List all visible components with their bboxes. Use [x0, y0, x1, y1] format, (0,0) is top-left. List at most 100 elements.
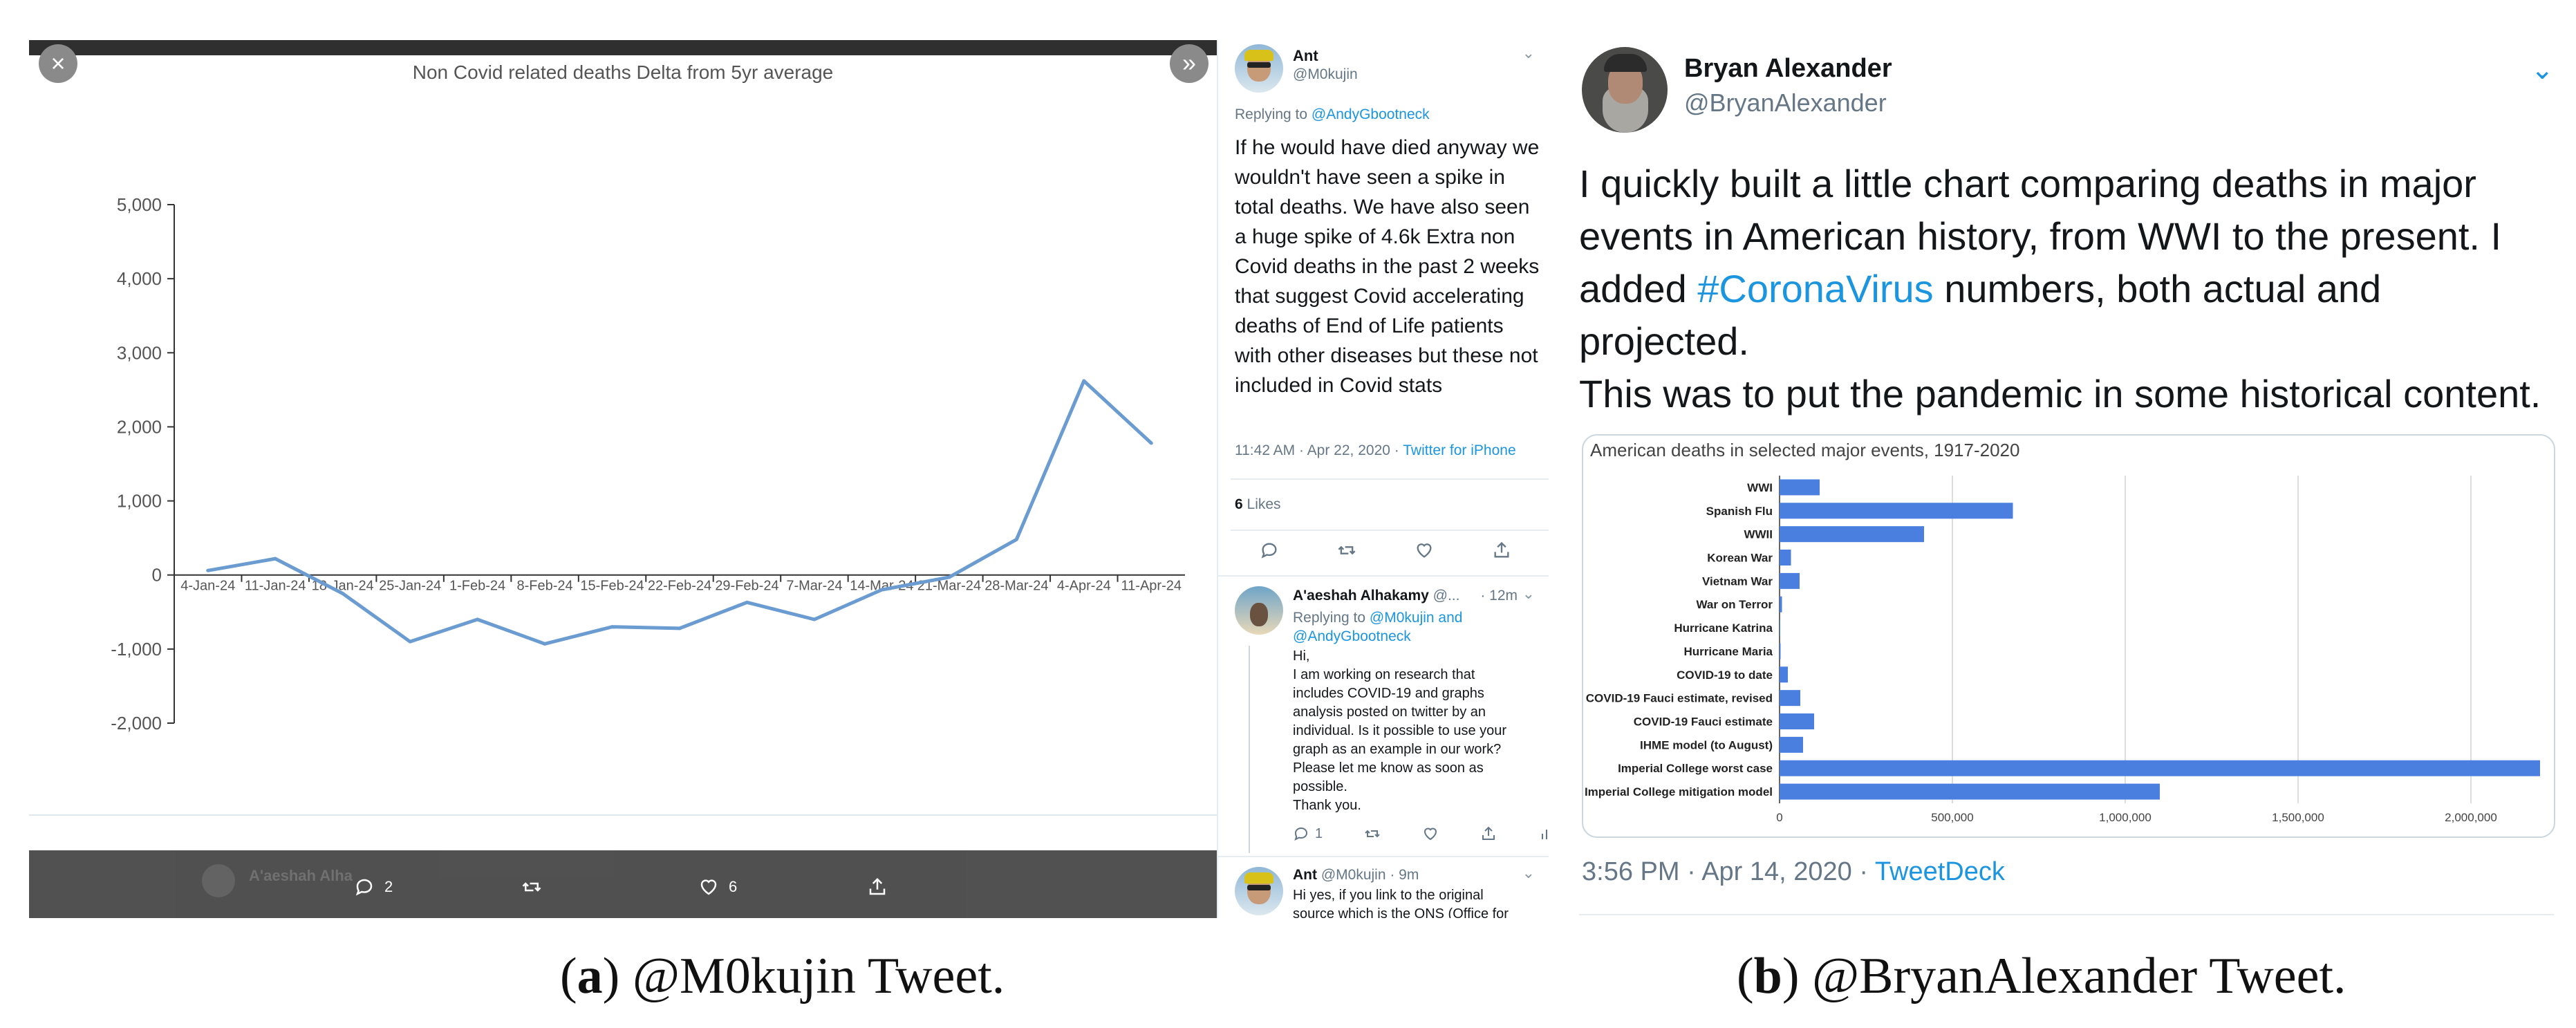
media-card[interactable]: American deaths in selected major events… — [1582, 434, 2555, 838]
heart-icon — [1417, 543, 1432, 558]
data-point — [1014, 537, 1018, 541]
y-tick-label: 3,000 — [117, 342, 162, 363]
category-label: Imperial College worst case — [1618, 762, 1773, 775]
divider — [1579, 914, 2554, 915]
caption-b-label: b — [1753, 948, 1782, 1004]
likes-count: 6 — [1235, 496, 1243, 512]
source-link[interactable]: TweetDeck — [1875, 857, 2005, 886]
source-link[interactable]: Twitter for iPhone — [1403, 442, 1515, 458]
text-line: Thank you. — [1293, 798, 1361, 813]
reply-mention-link[interactable]: @AndyGbootneck — [1312, 106, 1430, 122]
tweet-text: If he would have died anyway we wouldn't… — [1235, 136, 1540, 397]
category-label: WWI — [1747, 481, 1773, 494]
hashtag-link[interactable]: #CoronaVirus — [1697, 267, 1933, 310]
author-name[interactable]: A'aeshah Alhakamy — [1293, 588, 1429, 604]
ghost-author-name: A'aeshah Alha — [249, 867, 353, 884]
share-button[interactable] — [1492, 541, 1511, 560]
divider — [1231, 530, 1549, 531]
share-icon — [1482, 826, 1495, 840]
bar — [1780, 736, 1803, 753]
bar — [1780, 690, 1800, 707]
x-tick-label: 4-Jan-24 — [180, 579, 235, 594]
chevron-down-icon[interactable]: ⌄ — [1522, 585, 1535, 603]
retweet-button[interactable] — [1364, 825, 1381, 842]
bar — [1780, 713, 1814, 730]
author-name[interactable]: Bryan Alexander — [1684, 54, 1892, 84]
bar — [1780, 479, 1820, 496]
tweet-text: Hi, I am working on research that includ… — [1293, 647, 1542, 815]
text-line: graph as an example in our work? — [1293, 742, 1502, 757]
author-handle[interactable]: @BryanAlexander — [1684, 88, 1887, 118]
tweet-text-part: This was to put the pandemic in some his… — [1579, 372, 2541, 415]
data-point — [812, 617, 816, 622]
reply-button[interactable]: 1 — [1293, 825, 1323, 842]
reply-count: 1 — [1315, 825, 1323, 841]
y-tick-label: 0 — [152, 565, 162, 586]
retweet-button[interactable] — [521, 877, 542, 897]
avatar[interactable] — [1235, 44, 1283, 93]
analytics-button[interactable] — [1538, 825, 1549, 842]
data-point — [947, 575, 951, 579]
share-icon — [869, 877, 886, 895]
likes-summary[interactable]: 6 Likes — [1235, 496, 1281, 513]
author-handle[interactable]: @... — [1433, 588, 1460, 604]
thread-connector — [1249, 646, 1250, 853]
author-name[interactable]: Ant — [1293, 867, 1317, 883]
reply-button[interactable]: 2 — [354, 877, 393, 897]
reply-icon — [1294, 827, 1308, 841]
chevron-down-icon[interactable]: ⌄ — [2530, 54, 2554, 86]
reply-count: 2 — [384, 878, 393, 895]
avatar[interactable] — [1235, 586, 1283, 635]
data-point — [408, 639, 412, 644]
author-handle[interactable]: @M0kujin · 9m — [1321, 867, 1419, 883]
replying-prefix: Replying to — [1293, 610, 1366, 626]
x-tick-label: 7-Mar-24 — [786, 579, 842, 594]
chevron-down-icon[interactable]: ⌄ — [1522, 44, 1535, 62]
x-tick-label: 500,000 — [1931, 811, 1973, 824]
bar — [1780, 526, 1924, 543]
share-button[interactable] — [1480, 825, 1497, 842]
x-tick-label: 28-Mar-24 — [984, 579, 1048, 594]
caption-a: (a) @M0kujin Tweet. — [560, 948, 1005, 1004]
share-button[interactable] — [867, 877, 888, 897]
like-button[interactable] — [1415, 541, 1434, 560]
reply-button[interactable] — [1260, 541, 1279, 560]
author-handle[interactable]: @M0kujin — [1293, 66, 1358, 83]
x-tick-label: 11-Apr-24 — [1121, 579, 1182, 594]
category-label: IHME model (to August) — [1640, 738, 1773, 751]
category-label: Imperial College mitigation model — [1585, 785, 1773, 798]
x-tick-label: 15-Feb-24 — [580, 579, 644, 594]
heart-icon — [1424, 828, 1437, 841]
retweet-button[interactable] — [1337, 541, 1356, 560]
tweet-timestamp: 11:42 AM · Apr 22, 2020 · Twitter for iP… — [1235, 442, 1516, 459]
data-point — [1082, 379, 1086, 383]
chevron-down-icon[interactable]: ⌄ — [1522, 864, 1535, 882]
x-tick-label: 25-Jan-24 — [379, 579, 441, 594]
reply-icon — [355, 879, 373, 896]
bar — [1780, 643, 1781, 660]
like-button[interactable] — [1422, 825, 1439, 842]
avatar[interactable] — [1582, 47, 1668, 133]
text-line: Hi, — [1293, 648, 1310, 664]
data-point — [1149, 441, 1153, 445]
avatar[interactable] — [1235, 867, 1283, 915]
text-line: includes COVID-19 and graphs — [1293, 686, 1484, 701]
author-name[interactable]: Ant — [1293, 47, 1318, 65]
caption-a-text: @M0kujin Tweet. — [632, 948, 1005, 1004]
double-chevron-right-icon[interactable]: » — [1170, 44, 1208, 83]
data-point — [476, 617, 480, 622]
close-icon[interactable]: × — [39, 44, 77, 83]
x-tick-label: 1,500,000 — [2272, 811, 2324, 824]
like-count: 6 — [729, 878, 738, 895]
tweet-thread: Ant @M0kujin ⌄ Replying to @AndyGbootnec… — [1217, 40, 1549, 918]
retweet-icon — [1365, 830, 1380, 838]
bar — [1780, 760, 2540, 776]
like-button[interactable]: 6 — [698, 877, 737, 897]
share-icon — [1494, 541, 1509, 558]
y-tick-label: 2,000 — [117, 416, 162, 437]
y-tick-label: 5,000 — [117, 194, 162, 215]
x-tick-label: 4-Apr-24 — [1057, 579, 1111, 594]
text-line: source which is the ONS (Office for — [1293, 906, 1509, 918]
caption-b-text: @BryanAlexander Tweet. — [1811, 948, 2346, 1004]
y-tick-label: 1,000 — [117, 491, 162, 512]
